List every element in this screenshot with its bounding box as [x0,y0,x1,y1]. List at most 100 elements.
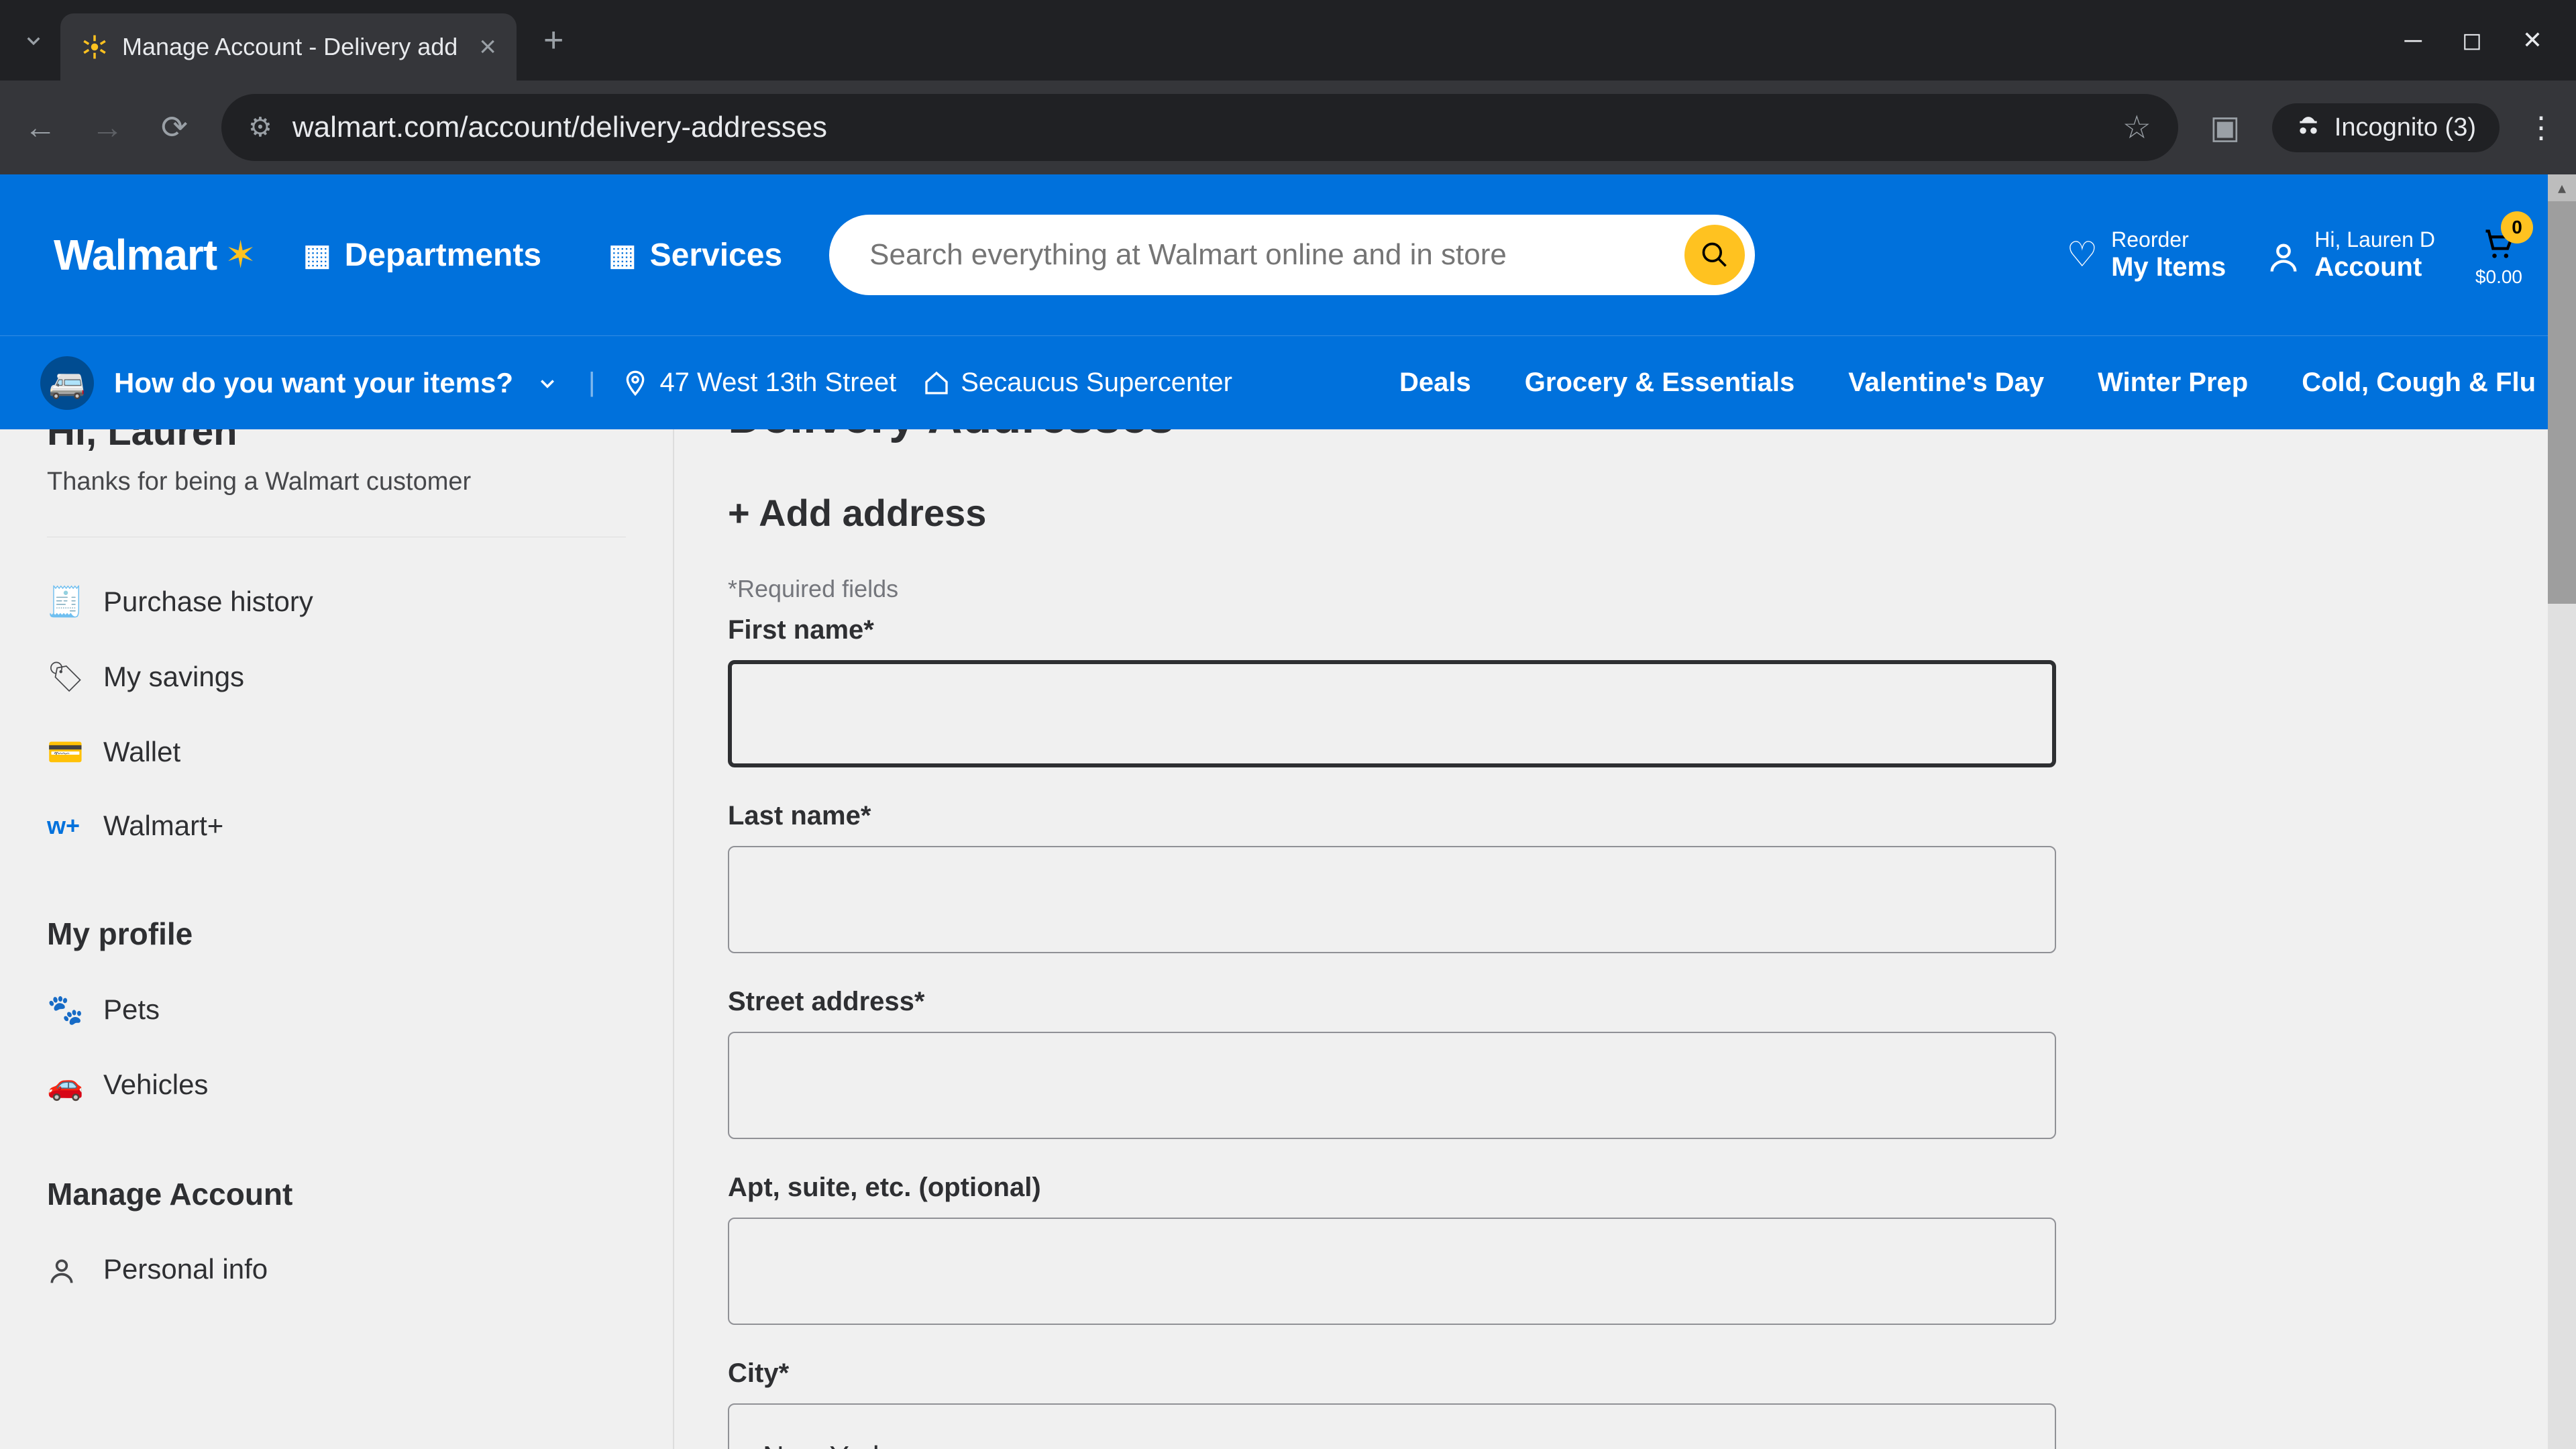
street-input[interactable] [728,1032,2056,1139]
city-label: City* [728,1358,2522,1389]
form-group-city: City* [728,1358,2522,1449]
browser-menu-button[interactable]: ⋮ [2526,111,2556,145]
sidebar-heading-manage: Manage Account [47,1122,626,1232]
page-title: Delivery Addresses [728,429,2522,444]
page-body: Hi, Lauren Thanks for being a Walmart cu… [0,429,2576,1449]
cart-count-badge: 0 [2501,211,2533,244]
window-close-button[interactable]: ✕ [2522,26,2542,54]
tab-bar: Manage Account - Delivery add × + ─ ◻ ✕ [0,0,2576,80]
main-content: Delivery Addresses + Add address *Requir… [674,429,2576,1449]
reorder-bot: My Items [2111,252,2226,282]
receipt-icon: 🧾 [47,584,79,619]
cart-price: $0.00 [2475,266,2522,288]
sidebar-item-my-savings[interactable]: 🏷 My savings [47,639,626,714]
form-group-last-name: Last name* [728,801,2522,953]
sidebar-item-personal-info[interactable]: Personal info [47,1232,626,1306]
scroll-thumb[interactable] [2548,201,2576,604]
apt-label: Apt, suite, etc. (optional) [728,1173,2522,1203]
sidebar-item-wallet[interactable]: 💳 Wallet [47,714,626,790]
sidebar-item-label: Wallet [103,736,180,768]
url-text: walmart.com/account/delivery-addresses [292,111,2102,144]
sidebar-item-label: My savings [103,661,244,693]
walmart-logo[interactable]: Walmart ✶ [54,230,256,280]
sidebar-item-pets[interactable]: 🐾 Pets [47,972,626,1047]
form-group-apt: Apt, suite, etc. (optional) [728,1173,2522,1325]
last-name-input[interactable] [728,846,2056,953]
account-sidebar: Hi, Lauren Thanks for being a Walmart cu… [0,429,674,1449]
grid-icon: ▦ [608,238,637,272]
sidebar-item-vehicles[interactable]: 🚗 Vehicles [47,1047,626,1122]
back-button[interactable]: ← [20,109,60,146]
my-items-link[interactable]: ♡ Reorder My Items [2066,227,2226,282]
window-controls: ─ ◻ ✕ [2404,26,2569,54]
url-box[interactable]: ⚙ walmart.com/account/delivery-addresses… [221,94,2178,161]
services-button[interactable]: ▦ Services [588,237,802,274]
page-viewport: Walmart ✶ ▦ Departments ▦ Services ♡ Reo… [0,174,2576,1449]
search-icon [1700,240,1729,270]
subheader-link-valentines[interactable]: Valentine's Day [1848,368,2044,398]
side-panel-icon[interactable]: ▣ [2205,109,2245,146]
separator: | [588,368,595,398]
subheader-link-cold[interactable]: Cold, Cough & Flu [2302,368,2536,398]
sidebar-item-label: Pets [103,994,160,1026]
home-icon [923,370,950,396]
search-button[interactable] [1684,225,1745,285]
pin-icon [622,370,649,396]
sidebar-item-label: Personal info [103,1253,268,1285]
departments-button[interactable]: ▦ Departments [283,237,561,274]
search-bar [829,215,1755,295]
browser-tab[interactable]: Manage Account - Delivery add × [60,13,517,80]
subheader-link-deals[interactable]: Deals [1399,368,1471,398]
forward-button[interactable]: → [87,109,127,146]
street-label: Street address* [728,987,2522,1017]
store-chip[interactable]: Secaucus Supercenter [923,368,1232,398]
page-content: Walmart ✶ ▦ Departments ▦ Services ♡ Reo… [0,174,2576,1449]
address-bar: ← → ⟳ ⚙ walmart.com/account/delivery-add… [0,80,2576,174]
search-input[interactable] [869,238,1684,272]
heart-icon: ♡ [2066,235,2098,275]
window-minimize-button[interactable]: ─ [2404,26,2422,54]
cart-button[interactable]: 0 $0.00 [2475,222,2522,288]
new-tab-button[interactable]: + [543,20,564,60]
incognito-badge[interactable]: Incognito (3) [2272,103,2500,152]
tag-icon: 🏷 [47,659,79,694]
vertical-scrollbar[interactable]: ▴ [2548,174,2576,1449]
account-link[interactable]: Hi, Lauren D Account [2266,227,2435,282]
delivery-address-chip[interactable]: 47 West 13th Street [622,368,896,398]
city-input[interactable] [728,1403,2056,1449]
logo-text: Walmart [54,230,217,280]
wplus-icon: w+ [47,812,79,840]
tab-title: Manage Account - Delivery add [122,33,466,61]
sidebar-item-purchase-history[interactable]: 🧾 Purchase history [47,564,626,639]
incognito-label: Incognito (3) [2334,113,2476,142]
tab-close-button[interactable]: × [479,30,496,64]
header-right: ♡ Reorder My Items Hi, Lauren D Account [2066,222,2522,288]
paw-icon: 🐾 [47,992,79,1027]
site-info-icon[interactable]: ⚙ [248,112,272,143]
apt-input[interactable] [728,1218,2056,1325]
store-text: Secaucus Supercenter [961,368,1232,398]
car-icon: 🚗 [47,1067,79,1102]
grid-icon: ▦ [303,238,331,272]
add-address-heading: + Add address [728,491,2522,535]
sidebar-item-label: Vehicles [103,1069,208,1101]
departments-label: Departments [345,237,541,274]
scroll-up-button[interactable]: ▴ [2548,174,2576,201]
tab-search-button[interactable] [7,13,60,67]
sidebar-item-walmart-plus[interactable]: w+ Walmart+ [47,790,626,862]
subheader-link-winter[interactable]: Winter Prep [2098,368,2248,398]
browser-chrome: Manage Account - Delivery add × + ─ ◻ ✕ … [0,0,2576,174]
services-label: Services [650,237,783,274]
reload-button[interactable]: ⟳ [154,109,195,146]
window-maximize-button[interactable]: ◻ [2462,26,2482,54]
first-name-input[interactable] [728,660,2056,767]
form-group-street: Street address* [728,987,2522,1139]
chevron-down-icon [533,369,561,397]
delivery-address-text: 47 West 13th Street [659,368,896,398]
account-top: Hi, Lauren D [2314,227,2435,252]
sidebar-top-list: 🧾 Purchase history 🏷 My savings 💳 Wallet… [47,537,626,862]
subheader-link-grocery[interactable]: Grocery & Essentials [1525,368,1794,398]
bookmark-star-icon[interactable]: ☆ [2123,109,2151,146]
fulfillment-button[interactable]: 🚐 How do you want your items? [40,356,561,410]
form-group-first-name: First name* [728,615,2522,767]
